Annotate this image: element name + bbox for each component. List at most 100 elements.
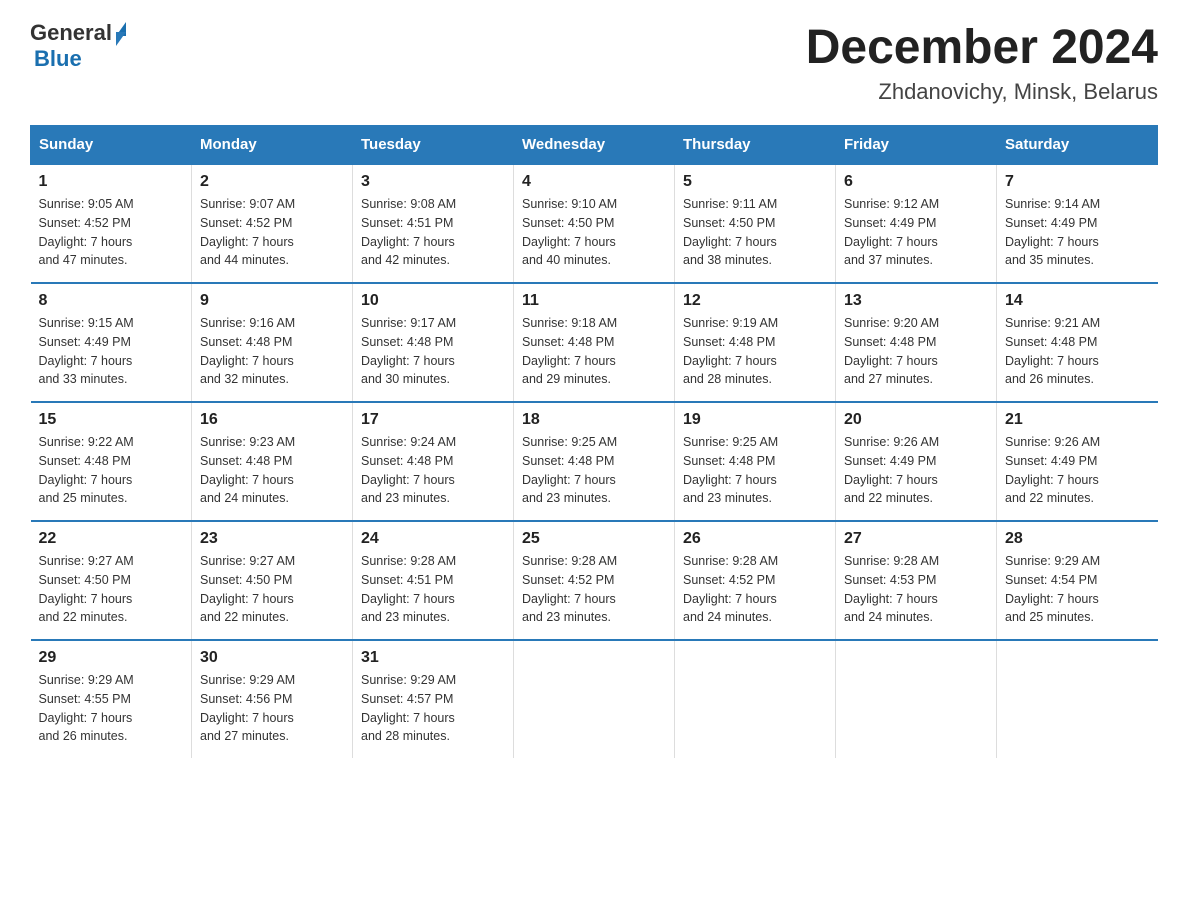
weekday-header-row: SundayMondayTuesdayWednesdayThursdayFrid… bbox=[31, 126, 1158, 165]
calendar-cell: 2 Sunrise: 9:07 AM Sunset: 4:52 PM Daylig… bbox=[192, 164, 353, 283]
day-number: 15 bbox=[39, 411, 184, 429]
day-info: Sunrise: 9:07 AM Sunset: 4:52 PM Dayligh… bbox=[200, 195, 344, 270]
day-info: Sunrise: 9:17 AM Sunset: 4:48 PM Dayligh… bbox=[361, 314, 505, 389]
day-number: 31 bbox=[361, 649, 505, 667]
day-number: 18 bbox=[522, 411, 666, 429]
calendar-cell: 24 Sunrise: 9:28 AM Sunset: 4:51 PM Dayli… bbox=[353, 521, 514, 640]
day-info: Sunrise: 9:21 AM Sunset: 4:48 PM Dayligh… bbox=[1005, 314, 1150, 389]
logo-general-text: General bbox=[30, 20, 112, 46]
calendar-cell: 27 Sunrise: 9:28 AM Sunset: 4:53 PM Dayli… bbox=[836, 521, 997, 640]
week-row-1: 1Sunrise: 9:05 AM Sunset: 4:52 PM Daylig… bbox=[31, 164, 1158, 283]
calendar-cell: 12 Sunrise: 9:19 AM Sunset: 4:48 PM Dayli… bbox=[675, 283, 836, 402]
calendar-cell: 29 Sunrise: 9:29 AM Sunset: 4:55 PM Dayli… bbox=[31, 640, 192, 758]
header-tuesday: Tuesday bbox=[353, 126, 514, 165]
calendar-cell bbox=[675, 640, 836, 758]
calendar-cell bbox=[997, 640, 1158, 758]
day-number: 25 bbox=[522, 530, 666, 548]
day-number: 29 bbox=[39, 649, 184, 667]
day-info: Sunrise: 9:27 AM Sunset: 4:50 PM Dayligh… bbox=[200, 552, 344, 627]
calendar-cell: 11 Sunrise: 9:18 AM Sunset: 4:48 PM Dayli… bbox=[514, 283, 675, 402]
day-number: 5 bbox=[683, 173, 827, 191]
day-number: 13 bbox=[844, 292, 988, 310]
day-info: Sunrise: 9:14 AM Sunset: 4:49 PM Dayligh… bbox=[1005, 195, 1150, 270]
day-number: 12 bbox=[683, 292, 827, 310]
day-number: 6 bbox=[844, 173, 988, 191]
calendar-cell: 17Sunrise: 9:24 AM Sunset: 4:48 PM Dayli… bbox=[353, 402, 514, 521]
calendar-cell: 22 Sunrise: 9:27 AM Sunset: 4:50 PM Dayli… bbox=[31, 521, 192, 640]
day-info: Sunrise: 9:26 AM Sunset: 4:49 PM Dayligh… bbox=[1005, 433, 1150, 508]
day-info: Sunrise: 9:28 AM Sunset: 4:53 PM Dayligh… bbox=[844, 552, 988, 627]
day-info: Sunrise: 9:28 AM Sunset: 4:51 PM Dayligh… bbox=[361, 552, 505, 627]
day-info: Sunrise: 9:25 AM Sunset: 4:48 PM Dayligh… bbox=[683, 433, 827, 508]
day-info: Sunrise: 9:15 AM Sunset: 4:49 PM Dayligh… bbox=[39, 314, 184, 389]
week-row-4: 22 Sunrise: 9:27 AM Sunset: 4:50 PM Dayli… bbox=[31, 521, 1158, 640]
day-number: 16 bbox=[200, 411, 344, 429]
calendar-table: SundayMondayTuesdayWednesdayThursdayFrid… bbox=[30, 125, 1158, 758]
day-info: Sunrise: 9:29 AM Sunset: 4:55 PM Dayligh… bbox=[39, 671, 184, 746]
location-subtitle: Zhdanovichy, Minsk, Belarus bbox=[806, 79, 1158, 105]
week-row-2: 8 Sunrise: 9:15 AM Sunset: 4:49 PM Daylig… bbox=[31, 283, 1158, 402]
calendar-cell: 10 Sunrise: 9:17 AM Sunset: 4:48 PM Dayli… bbox=[353, 283, 514, 402]
day-number: 26 bbox=[683, 530, 827, 548]
day-info: Sunrise: 9:25 AM Sunset: 4:48 PM Dayligh… bbox=[522, 433, 666, 508]
day-info: Sunrise: 9:11 AM Sunset: 4:50 PM Dayligh… bbox=[683, 195, 827, 270]
day-number: 24 bbox=[361, 530, 505, 548]
month-title: December 2024 bbox=[806, 20, 1158, 75]
day-info: Sunrise: 9:22 AM Sunset: 4:48 PM Dayligh… bbox=[39, 433, 184, 508]
calendar-cell: 15 Sunrise: 9:22 AM Sunset: 4:48 PM Dayli… bbox=[31, 402, 192, 521]
day-number: 28 bbox=[1005, 530, 1150, 548]
day-info: Sunrise: 9:28 AM Sunset: 4:52 PM Dayligh… bbox=[522, 552, 666, 627]
day-info: Sunrise: 9:20 AM Sunset: 4:48 PM Dayligh… bbox=[844, 314, 988, 389]
calendar-cell: 9Sunrise: 9:16 AM Sunset: 4:48 PM Daylig… bbox=[192, 283, 353, 402]
day-number: 3 bbox=[361, 173, 505, 191]
page-header: General Blue December 2024 Zhdanovichy, … bbox=[30, 20, 1158, 105]
day-number: 19 bbox=[683, 411, 827, 429]
day-info: Sunrise: 9:10 AM Sunset: 4:50 PM Dayligh… bbox=[522, 195, 666, 270]
day-number: 14 bbox=[1005, 292, 1150, 310]
calendar-cell: 4Sunrise: 9:10 AM Sunset: 4:50 PM Daylig… bbox=[514, 164, 675, 283]
day-number: 27 bbox=[844, 530, 988, 548]
day-number: 2 bbox=[200, 173, 344, 191]
header-monday: Monday bbox=[192, 126, 353, 165]
calendar-cell: 3 Sunrise: 9:08 AM Sunset: 4:51 PM Daylig… bbox=[353, 164, 514, 283]
logo: General Blue bbox=[30, 20, 126, 72]
calendar-cell: 8 Sunrise: 9:15 AM Sunset: 4:49 PM Daylig… bbox=[31, 283, 192, 402]
logo-blue-text: Blue bbox=[34, 46, 82, 72]
calendar-cell: 18 Sunrise: 9:25 AM Sunset: 4:48 PM Dayli… bbox=[514, 402, 675, 521]
day-info: Sunrise: 9:28 AM Sunset: 4:52 PM Dayligh… bbox=[683, 552, 827, 627]
calendar-cell: 1Sunrise: 9:05 AM Sunset: 4:52 PM Daylig… bbox=[31, 164, 192, 283]
day-number: 21 bbox=[1005, 411, 1150, 429]
calendar-cell: 14 Sunrise: 9:21 AM Sunset: 4:48 PM Dayli… bbox=[997, 283, 1158, 402]
day-number: 17 bbox=[361, 411, 505, 429]
day-number: 10 bbox=[361, 292, 505, 310]
day-number: 9 bbox=[200, 292, 344, 310]
day-number: 7 bbox=[1005, 173, 1150, 191]
calendar-cell: 30 Sunrise: 9:29 AM Sunset: 4:56 PM Dayli… bbox=[192, 640, 353, 758]
calendar-cell: 26 Sunrise: 9:28 AM Sunset: 4:52 PM Dayli… bbox=[675, 521, 836, 640]
title-area: December 2024 Zhdanovichy, Minsk, Belaru… bbox=[806, 20, 1158, 105]
header-saturday: Saturday bbox=[997, 126, 1158, 165]
day-info: Sunrise: 9:29 AM Sunset: 4:56 PM Dayligh… bbox=[200, 671, 344, 746]
week-row-5: 29 Sunrise: 9:29 AM Sunset: 4:55 PM Dayli… bbox=[31, 640, 1158, 758]
day-info: Sunrise: 9:26 AM Sunset: 4:49 PM Dayligh… bbox=[844, 433, 988, 508]
calendar-cell: 5 Sunrise: 9:11 AM Sunset: 4:50 PM Daylig… bbox=[675, 164, 836, 283]
day-info: Sunrise: 9:19 AM Sunset: 4:48 PM Dayligh… bbox=[683, 314, 827, 389]
day-number: 22 bbox=[39, 530, 184, 548]
day-info: Sunrise: 9:18 AM Sunset: 4:48 PM Dayligh… bbox=[522, 314, 666, 389]
calendar-cell: 31 Sunrise: 9:29 AM Sunset: 4:57 PM Dayli… bbox=[353, 640, 514, 758]
day-info: Sunrise: 9:27 AM Sunset: 4:50 PM Dayligh… bbox=[39, 552, 184, 627]
day-info: Sunrise: 9:29 AM Sunset: 4:57 PM Dayligh… bbox=[361, 671, 505, 746]
calendar-cell: 16Sunrise: 9:23 AM Sunset: 4:48 PM Dayli… bbox=[192, 402, 353, 521]
header-sunday: Sunday bbox=[31, 126, 192, 165]
calendar-cell: 28 Sunrise: 9:29 AM Sunset: 4:54 PM Dayli… bbox=[997, 521, 1158, 640]
day-info: Sunrise: 9:29 AM Sunset: 4:54 PM Dayligh… bbox=[1005, 552, 1150, 627]
header-thursday: Thursday bbox=[675, 126, 836, 165]
calendar-cell: 19 Sunrise: 9:25 AM Sunset: 4:48 PM Dayli… bbox=[675, 402, 836, 521]
day-number: 11 bbox=[522, 292, 666, 310]
calendar-cell: 25 Sunrise: 9:28 AM Sunset: 4:52 PM Dayli… bbox=[514, 521, 675, 640]
day-info: Sunrise: 9:08 AM Sunset: 4:51 PM Dayligh… bbox=[361, 195, 505, 270]
day-number: 30 bbox=[200, 649, 344, 667]
day-number: 23 bbox=[200, 530, 344, 548]
calendar-cell: 23 Sunrise: 9:27 AM Sunset: 4:50 PM Dayli… bbox=[192, 521, 353, 640]
day-number: 8 bbox=[39, 292, 184, 310]
